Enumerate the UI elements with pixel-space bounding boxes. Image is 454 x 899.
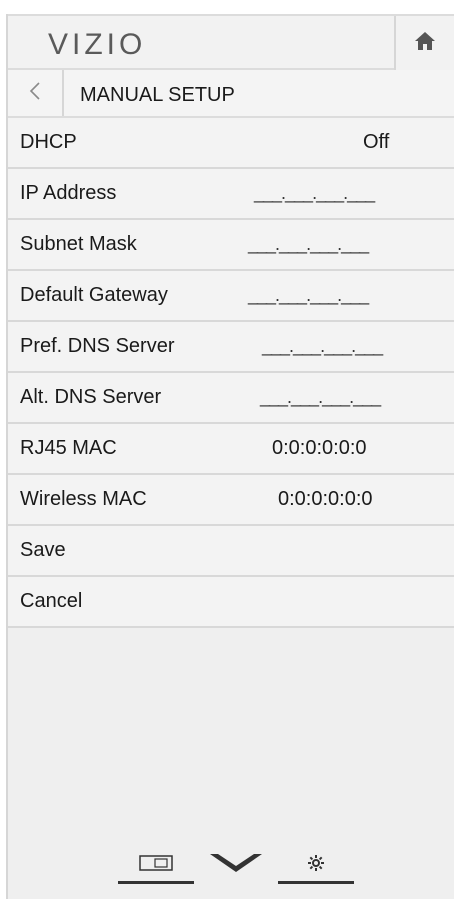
row-pref-dns-server[interactable]: Pref. DNS Server ___.___.___.___ — [8, 322, 454, 373]
save-button[interactable]: Save — [8, 526, 454, 577]
input-button[interactable] — [118, 846, 194, 884]
chevron-down-icon — [208, 850, 264, 881]
row-label: DHCP — [20, 131, 77, 153]
row-label: Subnet Mask — [20, 233, 137, 255]
row-value: Off — [363, 131, 390, 153]
row-label: Default Gateway — [20, 284, 168, 306]
input-icon — [139, 854, 173, 877]
row-label: IP Address — [20, 182, 117, 204]
subnet-mask-field[interactable]: ___.___.___.___ — [248, 234, 369, 255]
gear-icon — [307, 854, 325, 877]
cancel-button[interactable]: Cancel — [8, 577, 454, 628]
back-arrow-icon — [28, 81, 42, 106]
row-label: Pref. DNS Server — [20, 335, 175, 357]
row-alt-dns-server[interactable]: Alt. DNS Server ___.___.___.___ — [8, 373, 454, 424]
save-label: Save — [20, 539, 66, 561]
ip-address-field[interactable]: ___.___.___.___ — [254, 183, 375, 204]
row-default-gateway[interactable]: Default Gateway ___.___.___.___ — [8, 271, 454, 322]
row-label: Wireless MAC — [20, 488, 147, 510]
vizio-logo: VIZIO — [48, 28, 147, 61]
bottom-nav — [118, 846, 358, 886]
alt-dns-field[interactable]: ___.___.___.___ — [260, 387, 381, 408]
row-rj45-mac[interactable]: RJ45 MAC 0:0:0:0:0:0 — [8, 424, 454, 475]
settings-button[interactable] — [278, 846, 354, 884]
header: VIZIO — [8, 14, 454, 70]
menu-button[interactable] — [206, 846, 266, 884]
page-title: MANUAL SETUP — [80, 84, 235, 106]
settings-panel: VIZIO MANUAL SETUP DHCP Off IP Address _… — [6, 14, 454, 899]
default-gateway-field[interactable]: ___.___.___.___ — [248, 285, 369, 306]
row-dhcp[interactable]: DHCP Off — [8, 118, 454, 169]
row-label: RJ45 MAC — [20, 437, 117, 459]
pref-dns-field[interactable]: ___.___.___.___ — [262, 336, 383, 357]
row-ip-address[interactable]: IP Address ___.___.___.___ — [8, 169, 454, 220]
subheader: MANUAL SETUP — [8, 70, 454, 118]
row-value: 0:0:0:0:0:0 — [278, 488, 373, 510]
row-label: Alt. DNS Server — [20, 386, 162, 408]
settings-underline — [278, 881, 354, 884]
home-icon — [414, 31, 436, 56]
row-value: 0:0:0:0:0:0 — [272, 437, 367, 459]
row-wireless-mac[interactable]: Wireless MAC 0:0:0:0:0:0 — [8, 475, 454, 526]
settings-list: DHCP Off IP Address ___.___.___.___ Subn… — [8, 118, 454, 628]
back-button[interactable] — [8, 70, 64, 116]
row-subnet-mask[interactable]: Subnet Mask ___.___.___.___ — [8, 220, 454, 271]
home-button[interactable] — [394, 16, 454, 70]
cancel-label: Cancel — [20, 590, 83, 612]
input-underline — [118, 881, 194, 884]
